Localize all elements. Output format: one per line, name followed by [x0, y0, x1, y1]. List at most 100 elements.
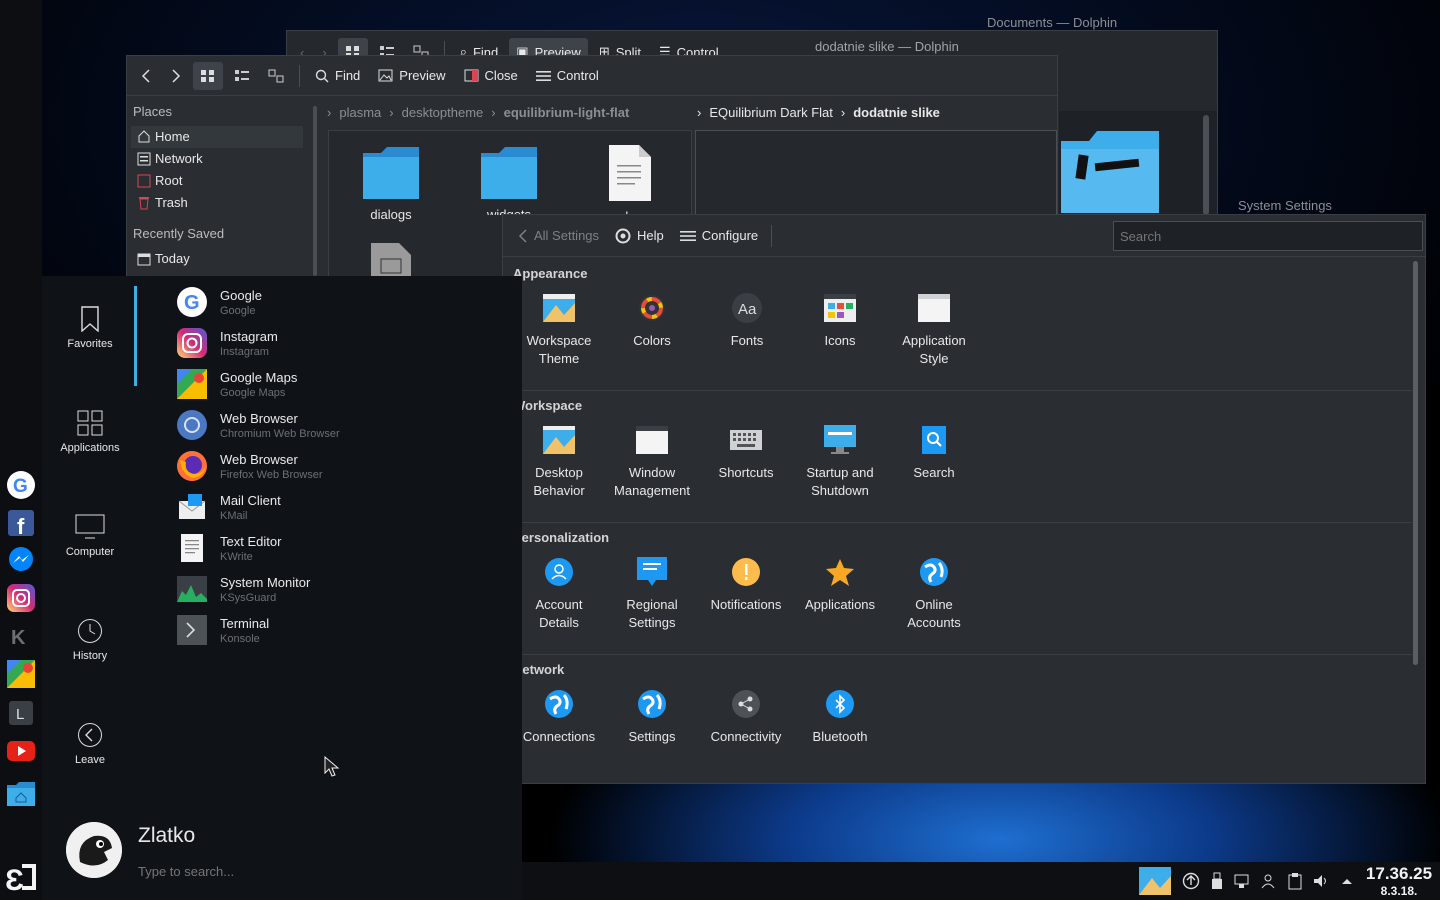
clipboard-icon[interactable]	[1284, 870, 1306, 892]
help-button[interactable]: Help	[608, 222, 671, 250]
app-generic-name: KSysGuard	[220, 591, 277, 604]
app-item-chromium[interactable]: Web Browser Chromium Web Browser	[176, 405, 340, 445]
maps-icon[interactable]	[5, 658, 37, 690]
settings-item-online-accounts[interactable]: Online Accounts	[887, 554, 981, 632]
facebook-icon[interactable]: f	[5, 507, 37, 539]
network-wired-icon[interactable]	[1232, 870, 1254, 892]
startup-icon	[822, 422, 858, 458]
system-monitor-icon	[176, 573, 208, 605]
app-item-system-monitor[interactable]: System Monitor KSysGuard	[176, 569, 310, 609]
breadcrumb-item[interactable]: plasma	[339, 105, 381, 120]
file-item-partial[interactable]	[369, 241, 413, 279]
settings-item-search[interactable]: Search	[887, 422, 981, 482]
details-view-button[interactable]	[261, 62, 291, 90]
find-button[interactable]: Find	[308, 62, 367, 90]
messenger-icon[interactable]	[5, 544, 37, 576]
breadcrumb-item[interactable]: equilibrium-light-flat	[504, 105, 630, 120]
launcher-tab-leave[interactable]: Leave	[42, 722, 138, 766]
places-item-root[interactable]: Root	[131, 170, 303, 192]
avatar[interactable]	[66, 822, 122, 878]
settings-item-regional-settings[interactable]: Regional Settings	[605, 554, 699, 632]
places-item-trash[interactable]: Trash	[131, 192, 303, 214]
app-item-instagram[interactable]: Instagram Instagram	[176, 323, 278, 363]
home-folder-icon[interactable]	[5, 778, 37, 810]
places-item-home[interactable]: Home	[131, 126, 303, 148]
configure-label: Configure	[701, 228, 759, 243]
google-icon[interactable]: G	[5, 469, 37, 501]
app-generic-name: Google Maps	[220, 386, 286, 399]
app-item-terminal[interactable]: Terminal Konsole	[176, 610, 269, 650]
breadcrumb-item[interactable]: dodatnie slike	[853, 105, 940, 120]
launcher-search-input[interactable]	[134, 860, 494, 882]
usb-device-icon[interactable]	[1206, 870, 1228, 892]
launcher-tab-applications[interactable]: Applications	[42, 410, 138, 454]
launcher-tab-computer[interactable]: Computer	[42, 514, 138, 558]
wallpaper-thumbnail-icon[interactable]	[1138, 866, 1172, 896]
settings-item-startup-shutdown[interactable]: Startup and Shutdown	[793, 422, 887, 500]
l-app-icon[interactable]: L	[5, 697, 37, 729]
launcher-tab-favorites[interactable]: Favorites	[42, 306, 138, 350]
mouse-cursor-icon	[324, 756, 340, 778]
scrollbar[interactable]	[1203, 115, 1209, 215]
settings-item-connections[interactable]: Connections	[512, 686, 606, 746]
settings-item-bluetooth[interactable]: Bluetooth	[793, 686, 887, 746]
configure-button[interactable]: Configure	[673, 222, 765, 250]
control-button[interactable]: Control	[529, 62, 606, 90]
breadcrumb-item[interactable]: EQuilibrium Dark Flat	[709, 105, 833, 120]
kde-menu-icon[interactable]: Ɛ	[3, 860, 39, 896]
settings-item-connectivity[interactable]: Connectivity	[699, 686, 793, 746]
settings-item-label: Online Accounts	[907, 597, 961, 630]
back-icon[interactable]	[133, 62, 159, 90]
file-item-colors[interactable]: colors	[597, 143, 661, 215]
updates-icon[interactable]	[1180, 870, 1202, 892]
file-item-widgets[interactable]: widgets	[477, 145, 541, 215]
settings-scrollbar[interactable]	[1413, 261, 1418, 665]
file-item-dialogs[interactable]: dialogs	[359, 145, 423, 222]
breadcrumb-item[interactable]: desktoptheme	[402, 105, 484, 120]
maps-icon	[176, 368, 208, 400]
preview-button[interactable]: Preview	[371, 62, 452, 90]
volume-icon[interactable]	[1310, 870, 1332, 892]
settings-item-application-style[interactable]: Application Style	[887, 290, 981, 368]
settings-item-window-management[interactable]: Window Management	[605, 422, 699, 500]
settings-item-notifications[interactable]: Notifications	[699, 554, 793, 614]
app-item-google-maps[interactable]: Google Maps Google Maps	[176, 364, 297, 404]
chevron-up-icon[interactable]	[1336, 870, 1358, 892]
settings-item-workspace-theme[interactable]: Workspace Theme	[512, 290, 606, 368]
icons-view-button[interactable]	[193, 61, 223, 90]
places-scrollbar[interactable]	[313, 106, 317, 276]
user-switch-icon[interactable]	[1258, 870, 1280, 892]
settings-item-icons[interactable]: Icons	[793, 290, 887, 350]
settings-item-shortcuts[interactable]: Shortcuts	[699, 422, 793, 482]
app-item-mail-client[interactable]: Mail Client KMail	[176, 487, 281, 527]
compact-view-button[interactable]	[227, 62, 257, 90]
folder-icon[interactable]	[1059, 123, 1159, 213]
clock[interactable]: 17.36.25 8.3.18.	[1360, 864, 1438, 898]
app-item-google[interactable]: G Google Google	[176, 282, 262, 322]
places-panel: Places Home Network Root Trash Recently …	[127, 96, 317, 278]
back-arrow-icon	[78, 723, 102, 747]
youtube-icon[interactable]	[5, 735, 37, 767]
settings-item-colors[interactable]: Colors	[605, 290, 699, 350]
kde-icon[interactable]: K	[5, 620, 37, 652]
places-item-network[interactable]: Network	[131, 148, 303, 170]
all-settings-button[interactable]: All Settings	[511, 222, 606, 250]
settings-item-applications[interactable]: Applications	[793, 554, 887, 614]
control-label: Control	[556, 68, 599, 83]
launcher-tab-history[interactable]: History	[42, 618, 138, 662]
settings-item-account-details[interactable]: Account Details	[512, 554, 606, 632]
settings-item-fonts[interactable]: Aa Fonts	[700, 290, 794, 350]
settings-item-network-settings[interactable]: Settings	[605, 686, 699, 746]
app-item-text-editor[interactable]: Text Editor KWrite	[176, 528, 281, 568]
instagram-icon[interactable]	[5, 582, 37, 614]
toolbar-separator	[299, 64, 300, 87]
forward-icon[interactable]	[163, 62, 189, 90]
svg-text:G: G	[184, 292, 200, 314]
close-split-icon	[464, 69, 479, 82]
settings-search-input[interactable]	[1113, 221, 1423, 251]
close-split-button[interactable]: Close	[457, 62, 525, 90]
places-item-today[interactable]: Today	[131, 248, 303, 270]
settings-item-desktop-behavior[interactable]: Desktop Behavior	[512, 422, 606, 500]
app-item-firefox[interactable]: Web Browser Firefox Web Browser	[176, 446, 323, 486]
app-generic-name: KMail	[220, 509, 248, 522]
